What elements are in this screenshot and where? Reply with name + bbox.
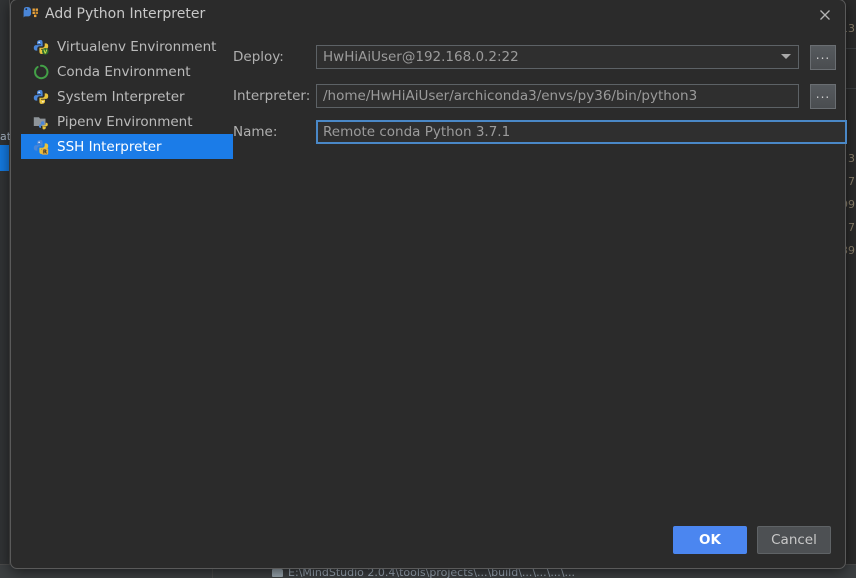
ssh-python-icon: R [33, 139, 49, 155]
cancel-button[interactable]: Cancel [757, 526, 831, 554]
close-icon[interactable] [815, 5, 835, 25]
sidebar-item-system-interpreter[interactable]: System Interpreter [21, 84, 233, 109]
pipenv-icon [33, 114, 49, 130]
background-number: 7 [848, 221, 855, 234]
python-interpreter-icon [22, 6, 40, 22]
conda-ring-icon [33, 64, 49, 80]
sidebar-item-ssh-interpreter[interactable]: R SSH Interpreter [21, 134, 233, 159]
dialog-title: Add Python Interpreter [45, 6, 206, 22]
interpreter-row: Interpreter: ... [233, 84, 836, 109]
interpreter-path-input[interactable] [316, 84, 799, 108]
python-icon [33, 89, 49, 105]
svg-text:V: V [43, 49, 47, 55]
sidebar-item-virtualenv-environment[interactable]: V Virtualenv Environment [21, 34, 233, 59]
dialog-title-bar: Add Python Interpreter [11, 0, 845, 30]
folder-icon [272, 567, 283, 577]
sidebar-item-conda-environment[interactable]: Conda Environment [21, 59, 233, 84]
sidebar-item-label: System Interpreter [57, 88, 185, 105]
deploy-row: Deploy: ... [233, 45, 836, 70]
add-python-interpreter-dialog: Add Python Interpreter V Virtualenv Envi… [10, 0, 847, 569]
deploy-combobox[interactable] [316, 45, 799, 69]
name-row: Name: [233, 120, 847, 144]
name-input[interactable] [316, 120, 847, 144]
interpreter-label: Interpreter: [233, 88, 311, 104]
interpreter-category-list: V Virtualenv Environment Conda Environme… [21, 34, 233, 159]
deploy-browse-button[interactable]: ... [810, 45, 836, 70]
chevron-down-icon[interactable] [781, 54, 791, 59]
name-label: Name: [233, 124, 278, 140]
sidebar-item-label: Virtualenv Environment [57, 38, 217, 55]
background-left-selected-row [0, 145, 9, 171]
background-number: 3 [848, 152, 855, 165]
sidebar-item-label: Pipenv Environment [57, 113, 193, 130]
virtualenv-python-icon: V [33, 39, 49, 55]
sidebar-item-label: Conda Environment [57, 63, 191, 80]
interpreter-browse-button[interactable]: ... [810, 84, 836, 109]
ok-button[interactable]: OK [673, 526, 747, 554]
background-number: 7 [848, 175, 855, 188]
deploy-label: Deploy: [233, 49, 284, 65]
background-left-panel [0, 0, 10, 578]
sidebar-item-label: SSH Interpreter [57, 138, 162, 155]
dialog-button-bar: OK Cancel [673, 526, 831, 554]
sidebar-item-pipenv-environment[interactable]: Pipenv Environment [21, 109, 233, 134]
